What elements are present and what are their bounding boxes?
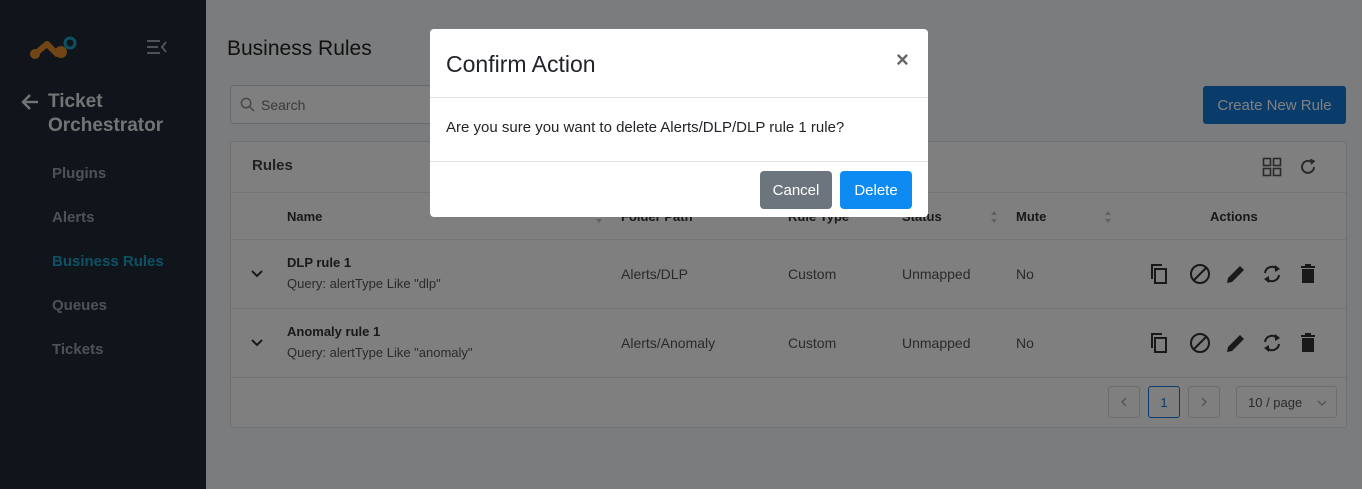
delete-button[interactable]: Delete [840, 171, 912, 209]
modal-header: Confirm Action × [430, 29, 928, 98]
modal-title: Confirm Action [446, 51, 596, 77]
close-icon[interactable]: × [896, 49, 909, 71]
modal-message: Are you sure you want to delete Alerts/D… [446, 119, 845, 136]
cancel-button[interactable]: Cancel [760, 171, 832, 209]
modal-body: Are you sure you want to delete Alerts/D… [430, 98, 928, 162]
confirm-dialog: Confirm Action × Are you sure you want t… [430, 29, 928, 217]
